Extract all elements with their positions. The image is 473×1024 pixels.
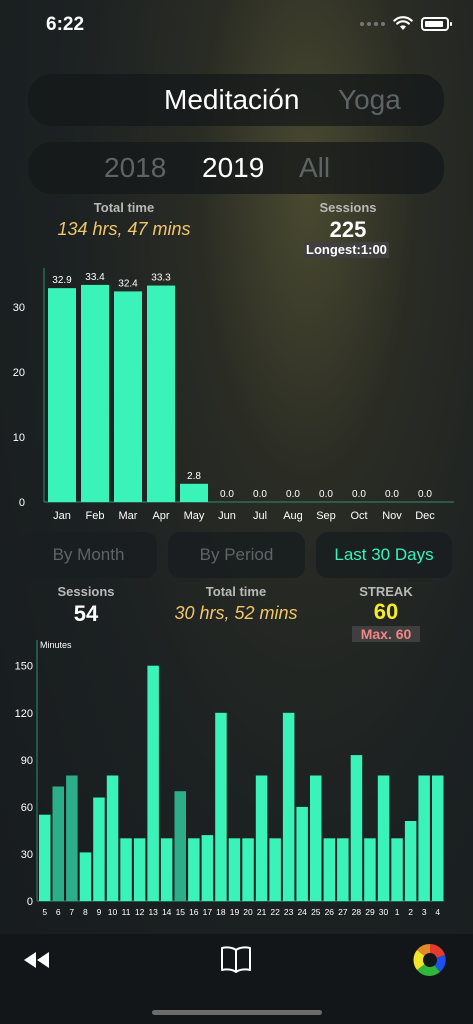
y-tick-label: 90 (21, 755, 33, 767)
bar-day-16 (188, 838, 200, 902)
bar-day-13 (147, 665, 159, 901)
y-tick-label: 0 (27, 896, 33, 908)
x-tick-label: 11 (122, 907, 131, 917)
bar-day-9 (93, 797, 105, 901)
x-tick-label: 6 (56, 907, 61, 917)
bar-day-20 (242, 838, 254, 902)
bar-day-4 (432, 775, 444, 901)
x-tick-label: 24 (297, 907, 307, 917)
x-tick-label: 3 (422, 907, 427, 917)
bar-day-23 (282, 712, 295, 902)
x-tick-label: 17 (203, 907, 213, 917)
x-tick-label: 7 (69, 907, 74, 917)
x-tick-label: 1 (395, 907, 400, 917)
bar-day-5 (39, 814, 51, 901)
x-tick-label: 20 (243, 907, 253, 917)
bar-day-19 (228, 838, 241, 902)
x-tick-label: 19 (230, 907, 240, 917)
x-tick-label: 23 (284, 907, 294, 917)
bar-day-21 (255, 775, 268, 901)
x-tick-label: 8 (83, 907, 88, 917)
x-tick-label: 5 (42, 907, 47, 917)
x-tick-label: 30 (379, 907, 389, 917)
x-tick-label: 16 (189, 907, 199, 917)
x-tick-label: 18 (216, 907, 226, 917)
bar-day-24 (296, 806, 308, 901)
bar-day-18 (215, 712, 227, 902)
bar-day-7 (66, 775, 78, 901)
y-tick-label: 150 (15, 661, 33, 673)
x-tick-label: 13 (148, 907, 158, 917)
bar-day-15 (174, 791, 186, 901)
book-icon[interactable] (220, 944, 252, 974)
bar-day-2 (404, 821, 417, 901)
x-tick-label: 28 (352, 907, 362, 917)
x-tick-label: 15 (176, 907, 186, 917)
x-tick-label: 25 (311, 907, 321, 917)
bar-day-30 (377, 775, 390, 901)
bar-day-10 (106, 775, 119, 901)
x-tick-label: 12 (135, 907, 145, 917)
y-axis-title: Minutes (40, 640, 72, 650)
x-tick-label: 22 (270, 907, 280, 917)
x-tick-label: 21 (257, 907, 267, 917)
x-tick-label: 26 (325, 907, 335, 917)
bar-day-29 (364, 838, 376, 902)
bar-day-8 (79, 852, 92, 901)
bar-day-11 (120, 838, 132, 902)
x-tick-label: 2 (408, 907, 413, 917)
x-tick-label: 14 (162, 907, 172, 917)
home-indicator (152, 1010, 322, 1015)
bar-day-28 (350, 755, 363, 901)
bar-day-27 (337, 838, 349, 902)
y-tick-label: 120 (15, 708, 33, 720)
bar-day-14 (160, 838, 173, 902)
x-tick-label: 4 (435, 907, 440, 917)
y-tick-label: 60 (21, 802, 33, 814)
color-wheel-icon[interactable] (412, 942, 448, 978)
bar-day-25 (310, 775, 322, 901)
bar-day-6 (52, 786, 64, 901)
x-tick-label: 10 (108, 907, 118, 917)
bar-day-3 (418, 775, 430, 901)
bar-day-12 (133, 838, 146, 902)
x-tick-label: 29 (365, 907, 375, 917)
bar-day-17 (201, 835, 214, 901)
bar-day-1 (391, 838, 403, 902)
bar-day-26 (323, 838, 336, 902)
x-tick-label: 27 (338, 907, 348, 917)
x-tick-label: 9 (97, 907, 102, 917)
daily-bar-chart: Minutes03060901201505 6 7 8 9 10 11 12 13 14 15 16 1… (15, 640, 444, 917)
bar-day-22 (269, 838, 281, 902)
y-tick-label: 30 (21, 849, 33, 861)
rewind-icon[interactable] (22, 950, 52, 970)
